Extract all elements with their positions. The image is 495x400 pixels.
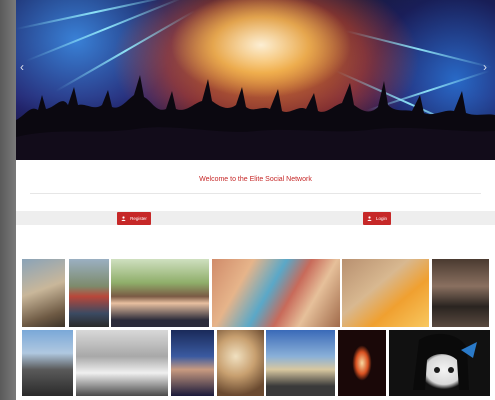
photo-group-of-friends[interactable] xyxy=(111,259,209,327)
photo-airplane-window[interactable] xyxy=(338,330,386,396)
login-button[interactable]: Login xyxy=(363,212,391,225)
photo-man-in-living-room[interactable] xyxy=(432,259,489,327)
left-gutter xyxy=(0,0,16,400)
photo-man-on-mountain[interactable] xyxy=(22,330,73,396)
crowd-silhouette xyxy=(16,75,495,160)
carousel-prev-arrow[interactable]: ‹ xyxy=(20,60,24,74)
welcome-heading: Welcome to the Elite Social Network xyxy=(199,176,312,183)
user-icon xyxy=(367,216,372,221)
photo-man-on-couch[interactable] xyxy=(22,259,65,327)
photo-man-outdoors[interactable] xyxy=(69,259,109,327)
divider xyxy=(30,193,481,194)
register-button[interactable]: Register xyxy=(117,212,151,225)
user-icon xyxy=(121,216,126,221)
carousel-next-arrow[interactable]: › xyxy=(483,60,487,74)
photo-man-in-plane[interactable] xyxy=(76,330,168,396)
hero-carousel[interactable]: ‹ › xyxy=(16,0,495,160)
action-band xyxy=(16,211,495,225)
photo-anime-girl[interactable] xyxy=(389,330,490,396)
login-label: Login xyxy=(375,216,387,221)
photo-graffiti-wall[interactable] xyxy=(212,259,340,327)
anime-girl-art xyxy=(413,333,477,390)
photo-man-at-sunset[interactable] xyxy=(266,330,335,396)
photo-selfie-couple[interactable] xyxy=(171,330,214,396)
page: ‹ › Welcome to the Elite Social Network … xyxy=(16,0,495,400)
photo-lying-on-pillow[interactable] xyxy=(342,259,429,327)
register-label: Register xyxy=(130,216,147,221)
photo-food-dishes[interactable] xyxy=(217,330,264,396)
